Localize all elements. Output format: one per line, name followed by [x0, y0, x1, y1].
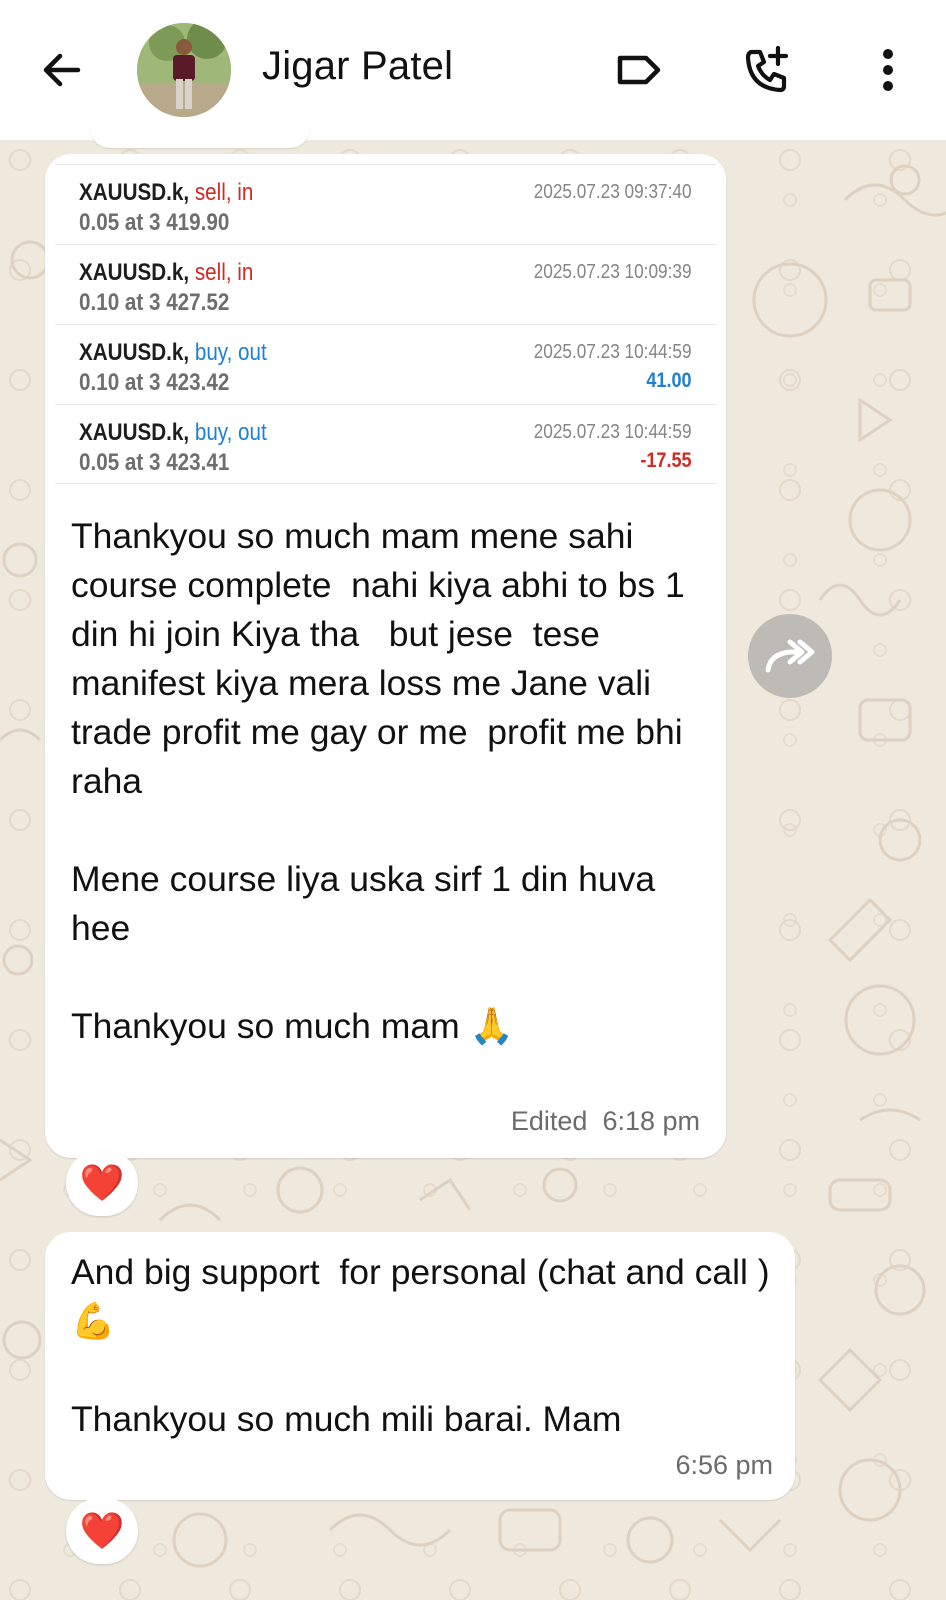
trade-time: 2025.07.23 10:44:59 [534, 341, 692, 363]
trade-row: XAUUSD.k, sell, in 0.10 at 3 427.52 2025… [55, 244, 716, 324]
trade-pnl: -17.55 [640, 449, 692, 472]
message-meta: Edited 6:18 pm [511, 1106, 700, 1137]
contact-name[interactable]: Jigar Patel [262, 44, 453, 89]
trade-action: buy, out [194, 419, 267, 446]
back-arrow-icon[interactable] [36, 44, 88, 96]
trade-action: sell, in [194, 259, 254, 286]
trade-time: 2025.07.23 10:09:39 [534, 261, 692, 283]
avatar-photo [137, 23, 231, 117]
trade-action: buy, out [194, 339, 267, 366]
message-time: 6:56 pm [675, 1450, 773, 1480]
edited-label: Edited [510, 1106, 588, 1136]
reaction-badge[interactable]: ❤️ [66, 1498, 138, 1564]
trade-detail: 0.10 at 3 427.52 [79, 289, 230, 316]
message-text: And big support for personal (chat and c… [71, 1252, 770, 1439]
trade-symbol: XAUUSD.k, [79, 339, 190, 366]
trade-symbol: XAUUSD.k, [79, 259, 190, 286]
message-bubble[interactable]: And big support for personal (chat and c… [45, 1232, 795, 1500]
reaction-badge[interactable]: ❤️ [66, 1150, 138, 1216]
message-bubble[interactable]: XAUUSD.k, sell, in 0.05 at 3 419.90 2025… [45, 154, 726, 1158]
chat-header: Jigar Patel [0, 0, 946, 140]
trade-symbol: XAUUSD.k, [79, 419, 190, 446]
trade-detail: 0.05 at 3 423.41 [79, 449, 230, 476]
trade-action: sell, in [194, 179, 254, 206]
trade-detail: 0.10 at 3 423.42 [79, 369, 230, 396]
message-text: Thankyou so much mam mene sahi course co… [71, 516, 685, 1046]
forward-button[interactable] [748, 614, 832, 698]
forward-icon [765, 639, 815, 673]
add-call-icon[interactable] [740, 44, 792, 96]
more-vert-icon[interactable] [862, 44, 914, 96]
trade-time: 2025.07.23 09:37:40 [534, 181, 692, 203]
trade-symbol: XAUUSD.k, [79, 179, 190, 206]
trade-detail: 0.05 at 3 419.90 [79, 209, 230, 236]
trade-row: XAUUSD.k, sell, in 0.05 at 3 419.90 2025… [55, 164, 716, 244]
trade-pnl: 41.00 [646, 369, 692, 392]
contact-avatar[interactable] [137, 23, 231, 117]
previous-message-edge [90, 126, 310, 148]
trade-time: 2025.07.23 10:44:59 [534, 421, 692, 443]
message-time: 6:18 pm [602, 1106, 700, 1136]
heart-reaction: ❤️ [79, 1510, 125, 1551]
label-icon[interactable] [612, 44, 664, 96]
trade-history-image[interactable]: XAUUSD.k, sell, in 0.05 at 3 419.90 2025… [55, 164, 716, 484]
heart-reaction: ❤️ [79, 1162, 125, 1203]
trade-row: XAUUSD.k, buy, out 0.10 at 3 423.42 2025… [55, 324, 716, 404]
trade-row: XAUUSD.k, buy, out 0.05 at 3 423.41 2025… [55, 404, 716, 484]
